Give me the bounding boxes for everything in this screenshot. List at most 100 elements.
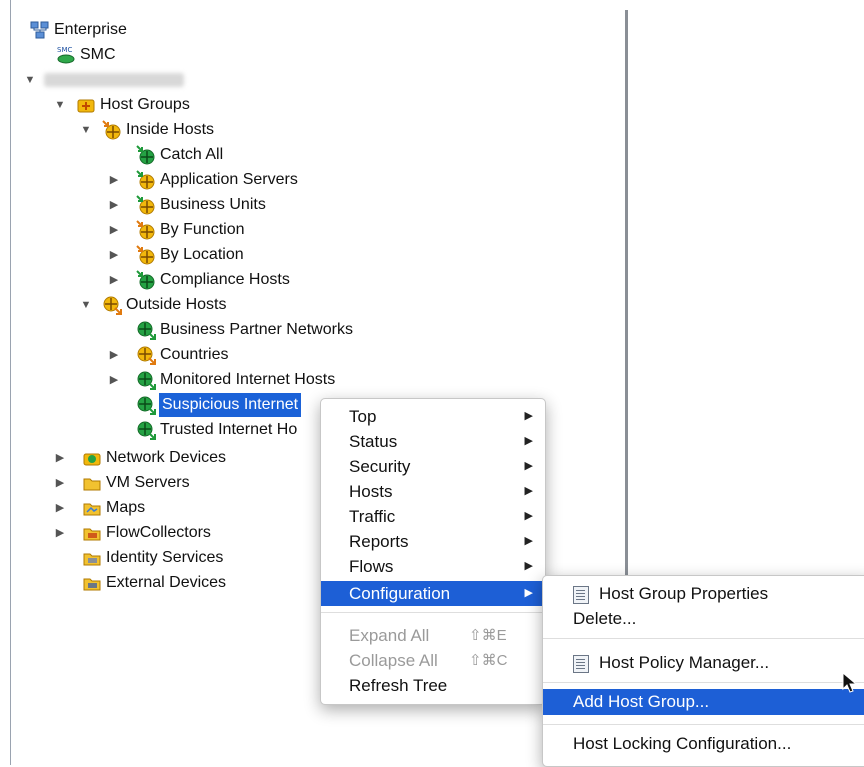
- menu-item-refresh-tree[interactable]: Refresh Tree: [321, 673, 545, 698]
- menu-item-flows[interactable]: Flows ▶: [321, 554, 545, 579]
- menu-item-host-locking-configuration[interactable]: Host Locking Configuration...: [543, 731, 864, 756]
- tree-item-external-devices[interactable]: External Devices: [82, 571, 226, 595]
- outside-host-green-icon: [136, 395, 156, 415]
- menu-item-host-policy-manager[interactable]: Host Policy Manager...: [543, 650, 864, 675]
- menu-item-label: Hosts: [349, 482, 393, 501]
- outside-host-green-icon: [136, 370, 156, 390]
- disclosure-collapsed-icon[interactable]: ▶: [54, 471, 66, 495]
- document-icon: [573, 586, 589, 604]
- submenu-arrow-icon: ▶: [524, 460, 533, 472]
- menu-item-add-host-group[interactable]: Add Host Group...: [543, 689, 864, 715]
- network-devices-icon: [82, 448, 102, 468]
- tree-item-trusted-internet-hosts[interactable]: Trusted Internet Ho: [136, 418, 297, 442]
- flowcollectors-icon: [82, 523, 102, 543]
- menu-item-label: Add Host Group...: [573, 692, 710, 711]
- tree-item-host-groups[interactable]: ▼ Host Groups: [54, 93, 190, 117]
- tree-item-label: Countries: [160, 346, 229, 363]
- disclosure-collapsed-icon[interactable]: ▶: [54, 496, 66, 520]
- disclosure-collapsed-icon[interactable]: ▶: [108, 343, 120, 367]
- tree-item-label: Application Servers: [160, 171, 298, 188]
- menu-item-security[interactable]: Security ▶: [321, 454, 545, 479]
- disclosure-collapsed-icon[interactable]: ▶: [108, 193, 120, 217]
- inside-host-green-icon: [136, 270, 156, 290]
- menu-item-configuration[interactable]: Configuration ▶: [321, 581, 545, 606]
- identity-services-icon: [82, 548, 102, 568]
- menu-separator: [543, 682, 864, 683]
- inside-host-icon: [136, 220, 156, 240]
- tree-item-catch-all[interactable]: Catch All: [136, 143, 223, 167]
- inside-host-icon: [136, 170, 156, 190]
- tree-item-by-location[interactable]: ▶ By Location: [108, 243, 244, 267]
- configuration-submenu: Host Group Properties Delete... Host Pol…: [542, 575, 864, 767]
- tree-item-label: External Devices: [106, 574, 227, 591]
- tree-item-label: Outside Hosts: [126, 296, 227, 313]
- menu-item-status[interactable]: Status ▶: [321, 429, 545, 454]
- disclosure-collapsed-icon[interactable]: ▶: [54, 446, 66, 470]
- disclosure-expanded-icon[interactable]: ▼: [80, 118, 92, 142]
- tree-item-application-servers[interactable]: ▶ Application Servers: [108, 168, 298, 192]
- tree-item-label: FlowCollectors: [106, 524, 211, 541]
- submenu-arrow-icon: ▶: [524, 510, 533, 522]
- disclosure-collapsed-icon[interactable]: ▶: [108, 168, 120, 192]
- tree-item-label: Trusted Internet Ho: [160, 421, 298, 438]
- tree-item-label: Host Groups: [100, 96, 190, 113]
- tree-item-compliance-hosts[interactable]: ▶ Compliance Hosts: [108, 268, 290, 292]
- tree-item-monitored-internet-hosts[interactable]: ▶ Monitored Internet Hosts: [108, 368, 335, 392]
- tree-item-maps[interactable]: ▶ Maps: [54, 496, 145, 520]
- inside-host-icon: [136, 195, 156, 215]
- tree-item-by-function[interactable]: ▶ By Function: [108, 218, 244, 242]
- menu-item-top[interactable]: Top ▶: [321, 404, 545, 429]
- outside-hosts-icon: [102, 295, 122, 315]
- menu-item-label: Host Locking Configuration...: [573, 734, 792, 753]
- menu-item-delete[interactable]: Delete...: [543, 606, 864, 631]
- tree-item-identity-services[interactable]: Identity Services: [82, 546, 223, 570]
- tree-item-label: By Location: [160, 246, 244, 263]
- document-icon: [573, 655, 589, 673]
- disclosure-expanded-icon[interactable]: ▼: [54, 93, 66, 117]
- tree-item-inside-hosts[interactable]: ▼ Inside Hosts: [80, 118, 214, 142]
- menu-item-label: Flows: [349, 557, 394, 576]
- submenu-arrow-icon: ▶: [524, 410, 533, 422]
- menu-item-label: Security: [349, 457, 411, 476]
- tree-item-label: Business Partner Networks: [160, 321, 353, 338]
- tree-item-outside-hosts[interactable]: ▼ Outside Hosts: [80, 293, 226, 317]
- disclosure-collapsed-icon[interactable]: ▶: [54, 521, 66, 545]
- menu-item-collapse-all: Collapse All ⇧⌘C: [321, 648, 545, 673]
- host-groups-icon: [76, 95, 96, 115]
- tree-item-business-partner-networks[interactable]: Business Partner Networks: [136, 318, 353, 342]
- tree-item-label-selected: Suspicious Internet: [159, 393, 302, 417]
- disclosure-expanded-icon[interactable]: ▼: [80, 293, 92, 317]
- menu-item-label: Delete...: [573, 609, 637, 628]
- menu-item-label: Configuration: [349, 584, 451, 603]
- tree-item-label: Monitored Internet Hosts: [160, 371, 336, 388]
- tree-item-network-devices[interactable]: ▶ Network Devices: [54, 446, 226, 470]
- tree-item-vm-servers[interactable]: ▶ VM Servers: [54, 471, 190, 495]
- submenu-arrow-icon: ▶: [524, 485, 533, 497]
- menu-item-label: Refresh Tree: [349, 676, 448, 695]
- tree-item-suspicious-internet-hosts[interactable]: Suspicious Internet: [136, 393, 302, 417]
- menu-item-host-group-properties[interactable]: Host Group Properties: [543, 581, 864, 606]
- outside-host-icon: [136, 345, 156, 365]
- submenu-arrow-icon: ▶: [524, 560, 533, 572]
- menu-item-hosts[interactable]: Hosts ▶: [321, 479, 545, 504]
- menu-item-reports[interactable]: Reports ▶: [321, 529, 545, 554]
- tree-item-enterprise[interactable]: Enterprise: [30, 18, 127, 42]
- menu-item-label: Traffic: [349, 507, 396, 526]
- disclosure-collapsed-icon[interactable]: ▶: [108, 243, 120, 267]
- tree-item-flowcollectors[interactable]: ▶ FlowCollectors: [54, 521, 211, 545]
- disclosure-collapsed-icon[interactable]: ▶: [108, 268, 120, 292]
- shortcut-label: ⇧⌘E: [469, 627, 507, 644]
- tree-item-business-units[interactable]: ▶ Business Units: [108, 193, 266, 217]
- menu-item-traffic[interactable]: Traffic ▶: [321, 504, 545, 529]
- disclosure-collapsed-icon[interactable]: ▶: [108, 368, 120, 392]
- disclosure-collapsed-icon[interactable]: ▶: [108, 218, 120, 242]
- tree-item-smc[interactable]: SMC SMC: [56, 43, 116, 67]
- outside-host-green-icon: [136, 320, 156, 340]
- left-border: [10, 0, 11, 765]
- tree-item-countries[interactable]: ▶ Countries: [108, 343, 228, 367]
- menu-separator: [543, 724, 864, 725]
- submenu-arrow-icon: ▶: [524, 535, 533, 547]
- tree-item-domain[interactable]: ▼: [24, 68, 184, 92]
- disclosure-expanded-icon[interactable]: ▼: [24, 68, 36, 92]
- outside-host-green-icon: [136, 420, 156, 440]
